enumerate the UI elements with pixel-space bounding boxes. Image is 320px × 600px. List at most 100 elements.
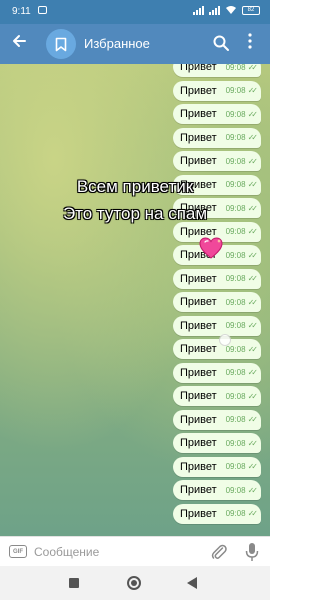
status-icons: 82: [193, 5, 260, 15]
message-time: 09:08: [225, 368, 246, 377]
message-time: 09:08: [225, 485, 246, 495]
message-text: Привет: [180, 64, 217, 73]
back-arrow-icon[interactable]: [10, 33, 28, 53]
message-bubble[interactable]: Привет 09:08 ✓✓: [173, 503, 261, 524]
chat-area[interactable]: Привет 09:08 ✓✓ Привет 09:08 ✓✓ Привет 09:08 ✓✓ П…: [0, 64, 270, 536]
touch-indicator: [219, 334, 231, 346]
message-time: 09:08: [225, 509, 246, 518]
message-time: 09:08: [225, 227, 246, 236]
message-bubble[interactable]: Привет 09:08 ✓✓: [173, 268, 261, 289]
message-text: Привет: [180, 366, 217, 379]
message-time: 09:08: [225, 344, 246, 354]
message-meta: 09:08 ✓✓: [225, 368, 259, 377]
message-meta: 09:08 ✓✓: [225, 109, 259, 119]
double-check-icon: ✓✓: [247, 86, 259, 95]
double-check-icon: ✓✓: [247, 133, 259, 142]
double-check-icon: ✓✓: [247, 368, 259, 377]
message-bubble[interactable]: Привет 09:08 ✓✓: [173, 480, 261, 500]
recents-icon[interactable]: [69, 578, 79, 588]
status-bar: 9:11 82: [0, 0, 270, 24]
message-text: Привет: [180, 108, 217, 120]
message-text: Привет: [180, 507, 217, 520]
message-meta: 09:08 ✓✓: [225, 321, 259, 330]
double-check-icon: ✓✓: [247, 321, 259, 330]
system-nav-bar: [0, 566, 270, 600]
saved-messages-avatar[interactable]: [46, 29, 76, 59]
mic-icon[interactable]: [245, 542, 259, 562]
message-time: 09:08: [225, 462, 246, 471]
message-meta: 09:08 ✓✓: [225, 86, 259, 95]
double-check-icon: ✓✓: [247, 297, 259, 307]
message-bubble[interactable]: Привет 09:08 ✓✓: [173, 456, 261, 477]
message-time: 09:08: [225, 321, 246, 330]
message-bubble[interactable]: Привет 09:08 ✓✓: [173, 433, 261, 453]
message-text: Привет: [180, 155, 217, 167]
message-meta: 09:08 ✓✓: [225, 485, 259, 495]
double-check-icon: ✓✓: [247, 274, 259, 283]
double-check-icon: ✓✓: [247, 64, 259, 72]
message-bubble[interactable]: Привет 09:08 ✓✓: [173, 315, 261, 336]
back-icon[interactable]: [187, 577, 197, 589]
message-meta: 09:08 ✓✓: [225, 227, 259, 236]
message-bubble[interactable]: Привет 09:08 ✓✓: [173, 409, 261, 430]
app-bar: Избранное: [0, 24, 270, 64]
double-check-icon: ✓✓: [247, 391, 259, 401]
message-meta: 09:08 ✓✓: [225, 133, 259, 142]
message-time: 09:08: [225, 133, 246, 142]
message-time: 09:08: [225, 274, 246, 283]
message-bubble[interactable]: Привет 09:08 ✓✓: [173, 151, 261, 171]
message-text: Привет: [180, 437, 217, 449]
attach-icon[interactable]: [210, 543, 228, 561]
message-meta: 09:08 ✓✓: [226, 64, 259, 72]
message-time: 09:08: [225, 86, 246, 95]
message-text: Привет: [180, 460, 217, 473]
message-meta: 09:08 ✓✓: [225, 344, 259, 354]
message-time: 09:08: [225, 109, 246, 119]
home-icon[interactable]: [127, 576, 141, 590]
gif-label: GIF: [13, 548, 23, 555]
battery-percent: 82: [247, 7, 255, 13]
message-meta: 09:08 ✓✓: [225, 462, 259, 471]
message-bubble[interactable]: Привет 09:08 ✓✓: [173, 386, 261, 406]
double-check-icon: ✓✓: [247, 109, 259, 119]
status-time: 9:11: [12, 6, 31, 17]
signal-icon: [209, 5, 220, 15]
double-check-icon: ✓✓: [247, 415, 259, 424]
chat-notification-icon: [38, 6, 47, 14]
chat-title[interactable]: Избранное: [84, 36, 150, 51]
message-bubble[interactable]: Привет 09:08 ✓✓: [173, 292, 261, 312]
message-meta: 09:08 ✓✓: [226, 415, 259, 424]
message-bubble[interactable]: Привет 09:08 ✓✓: [173, 362, 261, 383]
message-text: Привет: [180, 343, 217, 355]
message-text: Привет: [180, 272, 217, 285]
search-icon[interactable]: [212, 34, 230, 52]
message-bubble[interactable]: Привет 09:08 ✓✓: [173, 80, 261, 101]
message-bubble[interactable]: Привет 09:08 ✓✓: [173, 64, 261, 77]
double-check-icon: ✓✓: [247, 485, 259, 495]
double-check-icon: ✓✓: [247, 344, 259, 354]
message-input[interactable]: [34, 542, 194, 562]
message-composer: GIF: [0, 536, 270, 566]
battery-icon: 82: [242, 5, 260, 15]
more-vert-icon[interactable]: [243, 33, 257, 53]
message-text: Привет: [180, 390, 217, 402]
overlay-line-2: Это тутор на спам: [62, 204, 208, 223]
message-text: Привет: [180, 484, 217, 496]
message-text: Привет: [180, 319, 217, 332]
message-time: 09:08: [225, 250, 246, 260]
wifi-icon: [226, 6, 236, 14]
double-check-icon: ✓✓: [247, 156, 259, 166]
message-meta: 09:08 ✓✓: [226, 156, 259, 166]
gif-icon[interactable]: GIF: [9, 545, 27, 558]
message-meta: 09:08 ✓✓: [226, 391, 259, 401]
double-check-icon: ✓✓: [247, 250, 259, 260]
message-text: Привет: [180, 296, 217, 308]
message-bubble[interactable]: Привет 09:08 ✓✓: [173, 339, 261, 359]
message-time: 09:08: [225, 297, 246, 307]
bookmark-icon: [55, 37, 67, 51]
double-check-icon: ✓✓: [247, 227, 259, 236]
message-bubble[interactable]: Привет 09:08 ✓✓: [173, 104, 261, 124]
message-time: 09:08: [225, 438, 246, 448]
overlay-line-1: Всем приветик: [76, 177, 194, 196]
message-bubble[interactable]: Привет 09:08 ✓✓: [173, 127, 261, 148]
